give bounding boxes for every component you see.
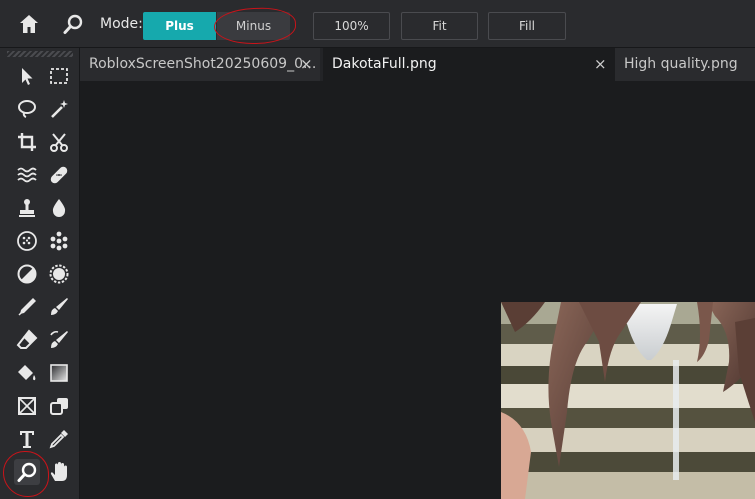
zoom-tool-icon[interactable] bbox=[14, 459, 40, 485]
clone-stamp-icon[interactable] bbox=[14, 195, 40, 221]
fit-button[interactable]: Fit bbox=[401, 12, 478, 40]
image-canvas[interactable] bbox=[80, 81, 755, 499]
tools-sidebar bbox=[0, 48, 80, 499]
pencil-icon[interactable] bbox=[14, 294, 40, 320]
magic-wand-icon[interactable] bbox=[46, 96, 72, 122]
marquee-select-icon[interactable] bbox=[46, 63, 72, 89]
lasso-icon[interactable] bbox=[14, 96, 40, 122]
brush-icon[interactable] bbox=[46, 294, 72, 320]
zoom-100-button[interactable]: 100% bbox=[313, 12, 390, 40]
paint-bucket-icon[interactable] bbox=[14, 360, 40, 386]
crop-icon[interactable] bbox=[14, 129, 40, 155]
tab-dakotafull[interactable]: DakotaFull.png × bbox=[323, 48, 615, 81]
gradient-icon[interactable] bbox=[46, 360, 72, 386]
sponge-icon[interactable] bbox=[14, 228, 40, 254]
zoom-tool-icon bbox=[62, 13, 84, 35]
text-icon[interactable] bbox=[14, 426, 40, 452]
liquify-icon[interactable] bbox=[14, 162, 40, 188]
tab-label: RobloxScreenShot20250609_0... bbox=[89, 56, 317, 72]
mode-label: Mode: bbox=[100, 16, 143, 32]
blur-drop-icon[interactable] bbox=[46, 195, 72, 221]
eraser-icon[interactable] bbox=[14, 327, 40, 353]
mode-minus-button[interactable]: Minus bbox=[217, 12, 290, 40]
fill-button[interactable]: Fill bbox=[488, 12, 566, 40]
eyedropper-icon[interactable] bbox=[46, 426, 72, 452]
move-icon[interactable] bbox=[14, 63, 40, 89]
tab-roblox-screenshot[interactable]: RobloxScreenShot20250609_0... × bbox=[80, 48, 320, 81]
tab-label: DakotaFull.png bbox=[332, 56, 437, 72]
document-image bbox=[501, 302, 755, 499]
sharpen-gear-icon[interactable] bbox=[46, 261, 72, 287]
layer-shape-icon[interactable] bbox=[46, 393, 72, 419]
dodge-burn-icon[interactable] bbox=[14, 261, 40, 287]
color-replace-icon[interactable] bbox=[46, 327, 72, 353]
tab-label: High quality.png bbox=[624, 56, 738, 72]
sidebar-grip[interactable] bbox=[7, 51, 73, 57]
healing-bandage-icon[interactable] bbox=[46, 162, 72, 188]
scissors-icon[interactable] bbox=[46, 129, 72, 155]
tab-high-quality[interactable]: High quality.png bbox=[615, 48, 755, 81]
top-toolbar: Mode: Plus Minus 100% Fit Fill bbox=[0, 0, 755, 48]
close-icon[interactable]: × bbox=[300, 48, 313, 81]
shape-icon[interactable] bbox=[14, 393, 40, 419]
mode-plus-button[interactable]: Plus bbox=[143, 12, 216, 40]
pattern-dots-icon[interactable] bbox=[46, 228, 72, 254]
close-icon[interactable]: × bbox=[594, 48, 607, 81]
hand-icon[interactable] bbox=[46, 459, 72, 485]
home-icon[interactable] bbox=[18, 13, 40, 35]
document-tabs: RobloxScreenShot20250609_0... × DakotaFu… bbox=[80, 48, 755, 81]
